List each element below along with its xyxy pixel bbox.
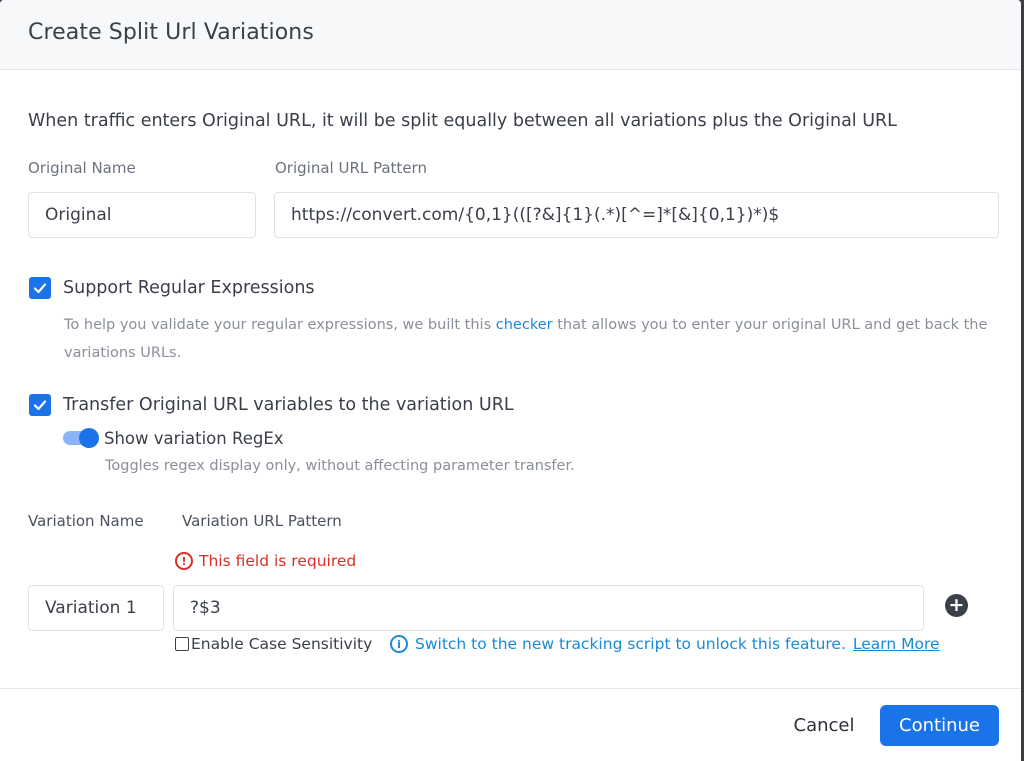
original-url-input[interactable]: https://convert.com/{0,1}(([?&]{1}(.*)[^…	[274, 192, 999, 238]
alert-circle-icon: !	[175, 552, 193, 570]
transfer-variables-checkbox[interactable]	[29, 394, 51, 416]
original-name-label: Original Name	[28, 159, 136, 177]
variation-name-input[interactable]: Variation 1	[28, 585, 164, 631]
variation-url-label: Variation URL Pattern	[182, 512, 342, 530]
cancel-button[interactable]: Cancel	[780, 705, 868, 745]
split-url-dialog: Create Split Url Variations When traffic…	[0, 0, 1021, 761]
show-regex-label: Show variation RegEx	[104, 429, 284, 448]
add-variation-button[interactable]: +	[945, 594, 968, 617]
variation-url-error: ! This field is required	[175, 552, 356, 570]
original-url-label: Original URL Pattern	[275, 159, 427, 177]
case-sensitivity-label: Enable Case Sensitivity	[191, 635, 373, 653]
plus-circle-icon: +	[948, 594, 965, 616]
variation-url-input[interactable]: ?$3	[173, 585, 924, 631]
show-regex-toggle[interactable]	[63, 428, 99, 448]
error-text: This field is required	[199, 552, 357, 570]
transfer-variables-label: Transfer Original URL variables to the v…	[63, 395, 514, 415]
toggle-help-text: Toggles regex display only, without affe…	[105, 458, 575, 474]
check-icon	[33, 400, 47, 411]
split-description: When traffic enters Original URL, it wil…	[28, 111, 897, 131]
support-regex-checkbox[interactable]	[29, 277, 51, 299]
continue-button[interactable]: Continue	[880, 705, 999, 746]
original-name-input[interactable]: Original	[28, 192, 256, 238]
check-icon	[33, 283, 47, 294]
regex-help-before: To help you validate your regular expres…	[64, 317, 496, 333]
learn-more-link[interactable]: Learn More	[853, 635, 940, 653]
dialog-title: Create Split Url Variations	[28, 20, 314, 45]
tracking-script-info: i Switch to the new tracking script to u…	[390, 635, 940, 653]
checker-link[interactable]: checker	[496, 317, 553, 333]
case-sensitivity-checkbox[interactable]	[175, 637, 189, 651]
dialog-header: Create Split Url Variations	[0, 0, 1021, 70]
regex-help-text: To help you validate your regular expres…	[64, 311, 994, 367]
dialog-footer: Cancel Continue	[0, 688, 1021, 761]
toggle-knob	[79, 428, 99, 448]
info-circle-icon: i	[390, 635, 408, 653]
variation-name-label: Variation Name	[28, 512, 144, 530]
support-regex-label: Support Regular Expressions	[63, 278, 315, 298]
info-text: Switch to the new tracking script to unl…	[415, 635, 846, 653]
